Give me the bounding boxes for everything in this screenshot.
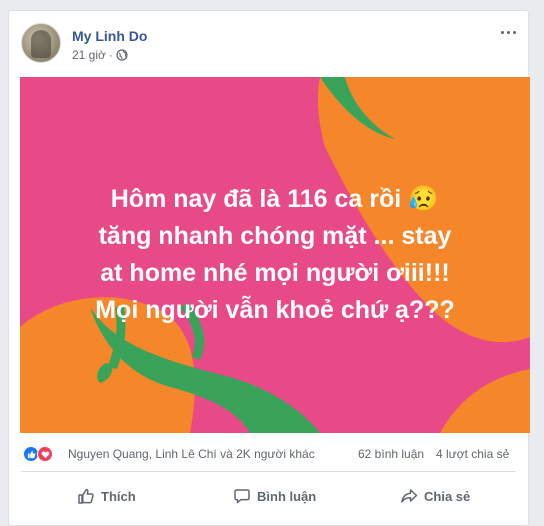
share-icon	[401, 489, 418, 503]
post-background: Hôm nay đã là 116 ca rồi 😥 tăng nhanh ch…	[20, 77, 530, 433]
author-name[interactable]: My Linh Do	[72, 28, 147, 44]
post-time[interactable]: 21 giờ	[72, 48, 106, 62]
comment-label: Bình luận	[257, 488, 317, 504]
actions-divider	[21, 471, 516, 472]
more-options-icon[interactable]	[498, 25, 518, 39]
love-icon	[37, 446, 53, 462]
share-button[interactable]: Chia sẻ	[400, 479, 470, 513]
post-text-line: tăng nhanh chóng mặt ... stay	[98, 222, 452, 250]
post-text-line: Mọi người vẫn khoẻ chứ ạ???	[95, 296, 455, 324]
post-text-line: Hôm nay đã là 116 ca rồi 😥	[110, 185, 440, 213]
reaction-names[interactable]: Nguyen Quang, Linh Lê Chí và 2K người kh…	[68, 447, 315, 461]
share-count[interactable]: 4 lượt chia sẻ	[436, 447, 509, 461]
like-label: Thích	[101, 488, 136, 504]
thumbs-up-icon	[78, 488, 94, 504]
author-avatar[interactable]	[21, 23, 61, 63]
reaction-icons[interactable]	[23, 446, 53, 462]
post-text-line: at home nhé mọi người ơiii!!!	[100, 259, 450, 287]
comment-icon	[234, 489, 250, 504]
globe-icon[interactable]	[116, 49, 128, 61]
comment-count[interactable]: 62 bình luận	[358, 447, 424, 461]
post-text: Hôm nay đã là 116 ca rồi 😥 tăng nhanh ch…	[20, 181, 530, 329]
like-button[interactable]: Thích	[77, 479, 136, 513]
comment-button[interactable]: Bình luận	[233, 479, 316, 513]
share-label: Chia sẻ	[424, 488, 471, 504]
post-stats: Nguyen Quang, Linh Lê Chí và 2K người kh…	[9, 440, 528, 468]
post-actions: Thích Bình luận Chia sẻ	[9, 479, 528, 513]
post-card: My Linh Do 21 giờ · Hôm nay đã là 116 ca…	[8, 10, 530, 526]
post-header: My Linh Do 21 giờ ·	[9, 11, 528, 77]
post-meta: 21 giờ ·	[72, 48, 128, 62]
